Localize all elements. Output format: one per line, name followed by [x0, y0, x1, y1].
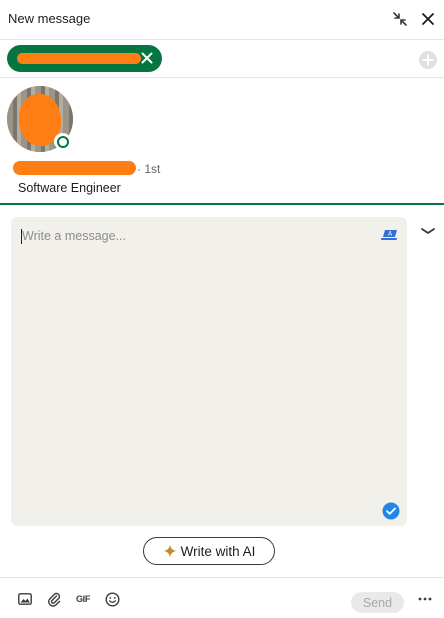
grammar-assistant-icon[interactable]: A — [380, 225, 400, 243]
more-options-icon[interactable] — [416, 591, 434, 607]
image-icon[interactable] — [17, 591, 33, 607]
redacted-profile-name[interactable] — [13, 161, 136, 175]
online-status-icon — [54, 133, 71, 150]
recipient-row — [0, 41, 444, 78]
chevron-down-icon[interactable] — [419, 222, 437, 240]
message-header: New message — [0, 0, 444, 40]
attachment-icon[interactable] — [46, 591, 62, 607]
message-placeholder: Write a message... — [22, 229, 126, 243]
close-icon[interactable] — [419, 10, 437, 28]
sparkle-icon — [163, 544, 177, 558]
recipient-chip[interactable] — [7, 45, 162, 72]
add-recipient-icon[interactable] — [418, 50, 438, 70]
remove-recipient-icon[interactable] — [138, 49, 156, 67]
profile-headline: Software Engineer — [18, 181, 121, 195]
recipient-profile: · 1st Software Engineer — [0, 79, 444, 205]
write-with-ai-button[interactable]: Write with AI — [143, 537, 275, 565]
emoji-icon[interactable] — [104, 591, 120, 607]
message-input[interactable]: Write a message... A — [11, 217, 407, 526]
minimize-icon[interactable] — [391, 10, 409, 28]
connection-degree: · 1st — [137, 162, 161, 176]
send-button[interactable]: Send — [351, 592, 404, 613]
write-with-ai-label: Write with AI — [180, 543, 256, 559]
grammar-check-icon[interactable] — [382, 502, 400, 520]
header-title: New message — [8, 11, 91, 26]
gif-label: GIF — [75, 594, 91, 604]
gif-icon[interactable]: GIF — [75, 591, 91, 607]
redacted-recipient-name — [17, 53, 141, 64]
compose-toolbar: GIF Send — [0, 577, 444, 618]
